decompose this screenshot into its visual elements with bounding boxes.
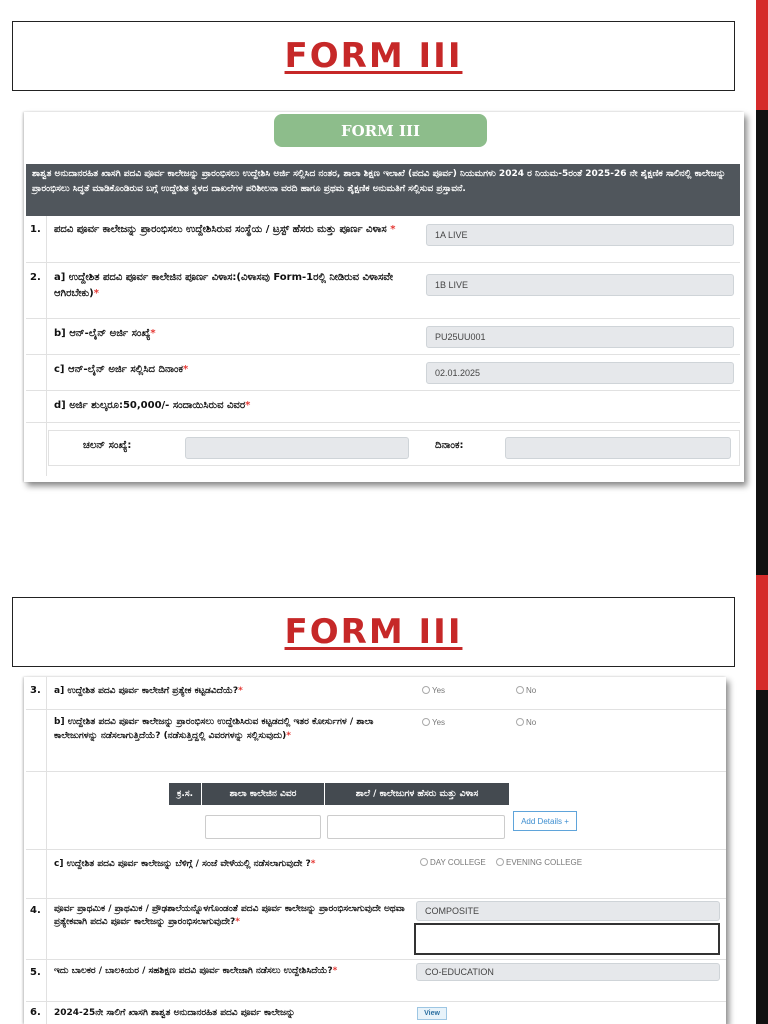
row-label: b] ಆನ್-ಲೈನ್ ಅರ್ಜಿ ಸಂಖ್ಯೆ [54, 328, 151, 339]
row-label: c] ಉದ್ದೇಶಿತ ಪದವಿ ಪೂರ್ವ ಕಾಲೇಜನ್ನು ಬೆಳಿಗ್ಗ… [54, 859, 311, 869]
row-label: b] ಉದ್ದೇಶಿತ ಪದವಿ ಪೂರ್ವ ಕಾಲೇಜನ್ನು ಪ್ರಾರಂಭ… [54, 717, 374, 741]
slide-title: FORM III [284, 36, 463, 76]
challan-date-input[interactable] [505, 437, 731, 459]
row-label: ಪದವಿ ಪೂರ್ವ ಕಾಲೇಜನ್ನು ಪ್ರಾರಂಭಿಸಲು ಉದ್ದೇಶಿ… [54, 224, 387, 235]
application-date-input[interactable]: 02.01.2025 [426, 362, 734, 384]
radio-yes[interactable]: Yes [422, 686, 445, 695]
radio-evening-college[interactable]: EVENING COLLEGE [496, 858, 582, 867]
form-row-5: 5. ಇದು ಬಾಲಕರ / ಬಾಲಕಿಯರ / ಸಹಶಿಕ್ಷಣ ಪದವಿ ಪ… [26, 961, 726, 1002]
form-row-3c: c] ಉದ್ದೇಶಿತ ಪದವಿ ಪೂರ್ವ ಕಾಲೇಜನ್ನು ಬೆಳಿಗ್ಗ… [26, 849, 726, 899]
radio-day-college[interactable]: DAY COLLEGE [420, 858, 486, 867]
edge-bar-top [756, 110, 768, 575]
date-label: ದಿನಾಂಕ: [435, 440, 464, 451]
row-label: d] ಅರ್ಜಿ ಶುಲ್ಕರೂ:50,000/- ಸಂದಾಯಿಸಿರುವ ವಿ… [54, 400, 246, 411]
school-detail-input[interactable] [205, 815, 321, 839]
coeducation-input[interactable]: CO-EDUCATION [416, 963, 720, 981]
form-row-2d: d] ಅರ್ಜಿ ಶುಲ್ಕರೂ:50,000/- ಸಂದಾಯಿಸಿರುವ ವಿ… [26, 392, 740, 423]
table-header: ಶಾಲಾ ಕಾಲೇಜಿನ ವಿವರ [202, 783, 324, 805]
college-type-input[interactable]: COMPOSITE [416, 901, 720, 921]
form-screenshot-1: FORM III ಶಾಶ್ವತ ಅನುದಾನರಹಿತ ಖಾಸಗಿ ಪದವಿ ಪೂ… [24, 112, 744, 482]
slide-title-box-2: FORM III [12, 597, 735, 667]
challan-number-input[interactable] [185, 437, 409, 459]
form-row-2c: c] ಆನ್-ಲೈನ್ ಅರ್ಜಿ ಸಲ್ಲಿಸಿದ ದಿನಾಂಕ* 02.01… [26, 356, 740, 391]
table-header: ಶಾಲೆ / ಕಾಲೇಜುಗಳ ಹೆಸರು ಮತ್ತು ವಿಳಾಸ [325, 783, 509, 805]
institution-name-input[interactable]: 1A LIVE [426, 224, 734, 246]
row-label: ಪೂರ್ವ ಪ್ರಾಥಮಿಕ / ಪ್ರಾಥಮಿಕ / ಪ್ರೌಢಶಾಲೆಯನ್… [54, 904, 405, 927]
challan-row: ಚಲನ್ ಸಂಖ್ಯೆ: ದಿನಾಂಕ: [48, 430, 740, 466]
row-label: 2024-25ನೇ ಸಾಲಿಗೆ ಖಾಸಗಿ ಶಾಶ್ವತ ಅನುದಾನರಹಿತ… [54, 1008, 296, 1018]
row-label: c] ಆನ್-ಲೈನ್ ಅರ್ಜಿ ಸಲ್ಲಿಸಿದ ದಿನಾಂಕ [54, 364, 183, 375]
radio-no[interactable]: No [516, 718, 536, 727]
table-header: ಕ್ರ.ಸ. [169, 783, 201, 805]
row-label: ಇದು ಬಾಲಕರ / ಬಾಲಕಿಯರ / ಸಹಶಿಕ್ಷಣ ಪದವಿ ಪೂರ್… [54, 966, 333, 976]
form-header-pill: FORM III [274, 114, 487, 147]
highlight-rectangle [414, 923, 720, 955]
form-row-1: 1. ಪದವಿ ಪೂರ್ವ ಕಾಲೇಜನ್ನು ಪ್ರಾರಂಭಿಸಲು ಉದ್ದ… [26, 218, 740, 263]
slide-title-2: FORM III [284, 612, 463, 652]
row-label: a] ಉದ್ದೇಶಿತ ಪದವಿ ಪೂರ್ವ ಕಾಲೇಜಿಗೆ ಪ್ರತ್ಯೇಕ… [54, 686, 239, 696]
school-name-address-input[interactable] [327, 815, 505, 839]
application-number-input[interactable]: PU25UU001 [426, 326, 734, 348]
form-row-3a: 3. a] ಉದ್ದೇಶಿತ ಪದವಿ ಪೂರ್ವ ಕಾಲೇಜಿಗೆ ಪ್ರತ್… [26, 677, 726, 710]
form-screenshot-2: 3. a] ಉದ್ದೇಶಿತ ಪದವಿ ಪೂರ್ವ ಕಾಲೇಜಿಗೆ ಪ್ರತ್… [24, 677, 726, 1024]
radio-no[interactable]: No [516, 686, 536, 695]
form-row-2b: b] ಆನ್-ಲೈನ್ ಅರ್ಜಿ ಸಂಖ್ಯೆ* PU25UU001 [26, 320, 740, 355]
row-label: a] ಉದ್ದೇಶಿತ ಪದವಿ ಪೂರ್ವ ಕಾಲೇಜಿನ ಪೂರ್ಣ ವಿಳ… [54, 272, 393, 299]
radio-yes[interactable]: Yes [422, 718, 445, 727]
view-button[interactable]: View [417, 1007, 447, 1020]
form-row-6: 6. 2024-25ನೇ ಸಾಲಿಗೆ ಖಾಸಗಿ ಶಾಶ್ವತ ಅನುದಾನರ… [26, 1003, 726, 1024]
accent-bar-top [756, 0, 768, 110]
form-row-2a: 2. a] ಉದ್ದೇಶಿತ ಪದವಿ ಪೂರ್ವ ಕಾಲೇಜಿನ ಪೂರ್ಣ … [26, 264, 740, 319]
college-address-input[interactable]: 1B LIVE [426, 274, 734, 296]
form-description: ಶಾಶ್ವತ ಅನುದಾನರಹಿತ ಖಾಸಗಿ ಪದವಿ ಪೂರ್ವ ಕಾಲೇಜ… [26, 164, 740, 216]
form-row-3b: b] ಉದ್ದೇಶಿತ ಪದವಿ ಪೂರ್ವ ಕಾಲೇಜನ್ನು ಪ್ರಾರಂಭ… [26, 711, 726, 772]
slide-title-box: FORM III [12, 21, 735, 91]
add-details-button[interactable]: Add Details + [513, 811, 577, 831]
edge-bar-bottom [756, 690, 768, 1024]
challan-label: ಚಲನ್ ಸಂಖ್ಯೆ: [83, 440, 132, 451]
accent-bar-bottom [756, 575, 768, 690]
